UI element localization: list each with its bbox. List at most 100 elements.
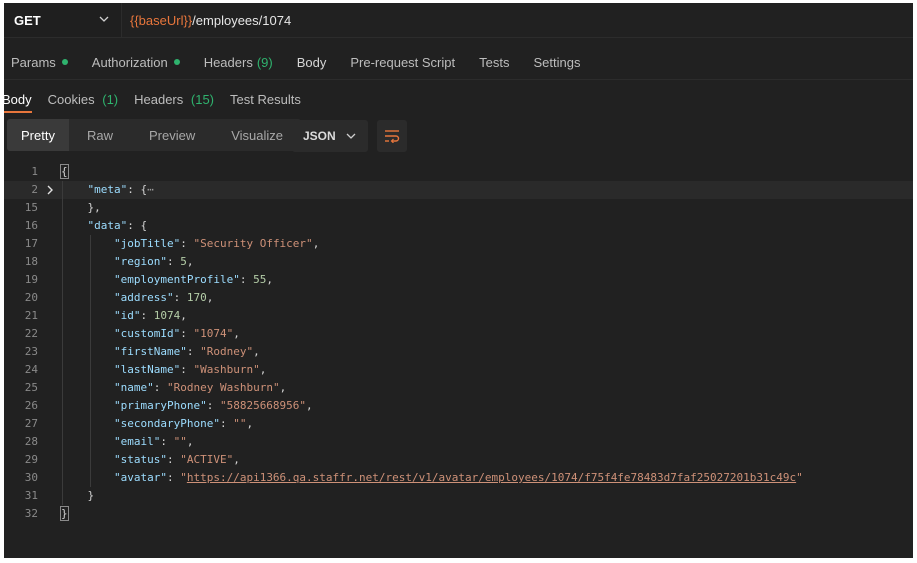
code-text: }: [60, 506, 69, 521]
code-line: 22 "customId": "1074",: [4, 325, 913, 343]
line-number: 25: [24, 381, 38, 394]
response-body-viewer[interactable]: 1{2 "meta": {⋯ 15 }, 16 "data": {17 "jobTi…: [4, 163, 913, 523]
line-number: 22: [24, 327, 38, 340]
code-text: "avatar": "https://api1366.qa.staffr.net…: [113, 471, 803, 484]
tab-pre-request-script[interactable]: Pre-request Script: [350, 55, 455, 70]
code-line: 27 "secondaryPhone": "",: [4, 415, 913, 433]
code-text: "id": 1074,: [113, 309, 187, 322]
code-line: 28 "email": "",: [4, 433, 913, 451]
code-line: 21 "id": 1074,: [4, 307, 913, 325]
language-select-label: JSON: [303, 129, 336, 143]
code-text: "region": 5,: [113, 255, 194, 268]
code-text: "firstName": "Rodney",: [113, 345, 260, 358]
line-number: 16: [24, 219, 38, 232]
code-text: },: [61, 201, 101, 214]
code-text: "customId": "1074",: [113, 327, 240, 340]
line-number: 24: [24, 363, 38, 376]
line-number: 2: [31, 183, 38, 196]
tab-body[interactable]: Body: [297, 55, 327, 70]
line-number: 17: [24, 237, 38, 250]
code-line: 2 "meta": {⋯: [4, 181, 913, 199]
format-pretty[interactable]: Pretty: [7, 119, 69, 151]
line-number: 29: [24, 453, 38, 466]
line-number: 19: [24, 273, 38, 286]
code-line: 16 "data": {: [4, 217, 913, 235]
code-text: "meta": {⋯: [87, 183, 154, 196]
format-raw[interactable]: Raw: [69, 119, 131, 151]
line-number: 15: [24, 201, 38, 214]
divider: [4, 79, 913, 80]
tab-settings-label: Settings: [533, 54, 581, 70]
code-text: "lastName": "Washburn",: [113, 363, 267, 376]
wrap-lines-button[interactable]: [377, 120, 407, 152]
line-number: 20: [24, 291, 38, 304]
url-input[interactable]: {{baseUrl}}/employees/1074: [130, 3, 291, 37]
response-tabs: Body Cookies (1) Headers (15) Test Resul…: [4, 85, 317, 113]
code-line: 32}: [4, 505, 913, 523]
wrap-lines-icon: [385, 130, 400, 143]
request-url-bar: GET {{baseUrl}}/employees/1074: [4, 3, 913, 38]
chevron-down-icon: [346, 133, 356, 139]
params-indicator-dot: [61, 59, 68, 65]
line-number: 28: [24, 435, 38, 448]
tab-headers[interactable]: Headers (9): [204, 55, 273, 70]
code-text: "name": "Rodney Washburn",: [113, 381, 287, 394]
postman-app: GET {{baseUrl}}/employees/1074 Params Au…: [4, 3, 913, 558]
method-dropdown[interactable]: GET: [4, 3, 122, 37]
code-line: 17 "jobTitle": "Security Officer",: [4, 235, 913, 253]
code-text: {: [60, 164, 69, 179]
tab-settings[interactable]: Settings: [533, 55, 580, 70]
tab-authorization[interactable]: Authorization: [92, 55, 180, 70]
request-tabs: Params Authorization Headers (9) Body Pr…: [4, 47, 604, 77]
tab-headers-count: (9): [256, 54, 273, 70]
line-number: 31: [24, 489, 38, 502]
line-number: 21: [24, 309, 38, 322]
language-select[interactable]: JSON: [292, 120, 368, 152]
chevron-right-icon[interactable]: [46, 185, 54, 195]
chevron-down-icon: [99, 16, 109, 22]
tab-params-label: Params: [11, 54, 56, 70]
authorization-indicator-dot: [173, 59, 180, 65]
response-tab-body[interactable]: Body: [4, 92, 32, 113]
code-text: "secondaryPhone": "",: [113, 417, 254, 430]
response-tab-cookies[interactable]: Cookies (1): [48, 92, 118, 107]
tab-tests-label: Tests: [479, 54, 510, 70]
tab-headers-label: Headers: [203, 54, 253, 70]
line-number: 1: [31, 165, 38, 178]
code-line: 23 "firstName": "Rodney",: [4, 343, 913, 361]
method-label: GET: [14, 12, 41, 28]
line-number: 23: [24, 345, 38, 358]
tab-authorization-label: Authorization: [91, 54, 168, 70]
tab-body-label: Body: [296, 54, 327, 70]
code-text: "address": 170,: [113, 291, 214, 304]
format-toggle-group: Pretty Raw Preview Visualize: [7, 119, 302, 151]
code-text: "jobTitle": "Security Officer",: [113, 237, 320, 250]
format-preview[interactable]: Preview: [131, 119, 213, 151]
format-visualize[interactable]: Visualize: [213, 119, 301, 151]
code-line: 24 "lastName": "Washburn",: [4, 361, 913, 379]
response-tab-headers-label: Headers: [134, 91, 184, 107]
line-number: 27: [24, 417, 38, 430]
line-number: 26: [24, 399, 38, 412]
code-text: "email": "",: [113, 435, 194, 448]
url-variable: {{baseUrl}}: [130, 12, 193, 28]
tab-params[interactable]: Params: [11, 55, 68, 70]
line-number: 30: [24, 471, 38, 484]
code-text: }: [61, 489, 95, 502]
code-line: 29 "status": "ACTIVE",: [4, 451, 913, 469]
code-line: 30 "avatar": "https://api1366.qa.staffr.…: [4, 469, 913, 487]
cookies-count: (1): [102, 91, 119, 107]
response-tab-headers[interactable]: Headers (15): [134, 92, 214, 107]
tab-tests[interactable]: Tests: [479, 55, 509, 70]
code-line: 20 "address": 170,: [4, 289, 913, 307]
response-tab-cookies-label: Cookies: [47, 91, 95, 107]
code-text: "data": {: [87, 219, 148, 232]
code-line: 26 "primaryPhone": "58825668956",: [4, 397, 913, 415]
code-line: 15 },: [4, 199, 913, 217]
code-text: "employmentProfile": 55,: [113, 273, 273, 286]
url-path: /employees/1074: [192, 12, 292, 28]
response-tab-test-results[interactable]: Test Results: [230, 92, 301, 107]
code-text: "status": "ACTIVE",: [113, 453, 240, 466]
code-line: 19 "employmentProfile": 55,: [4, 271, 913, 289]
code-line: 31 }: [4, 487, 913, 505]
